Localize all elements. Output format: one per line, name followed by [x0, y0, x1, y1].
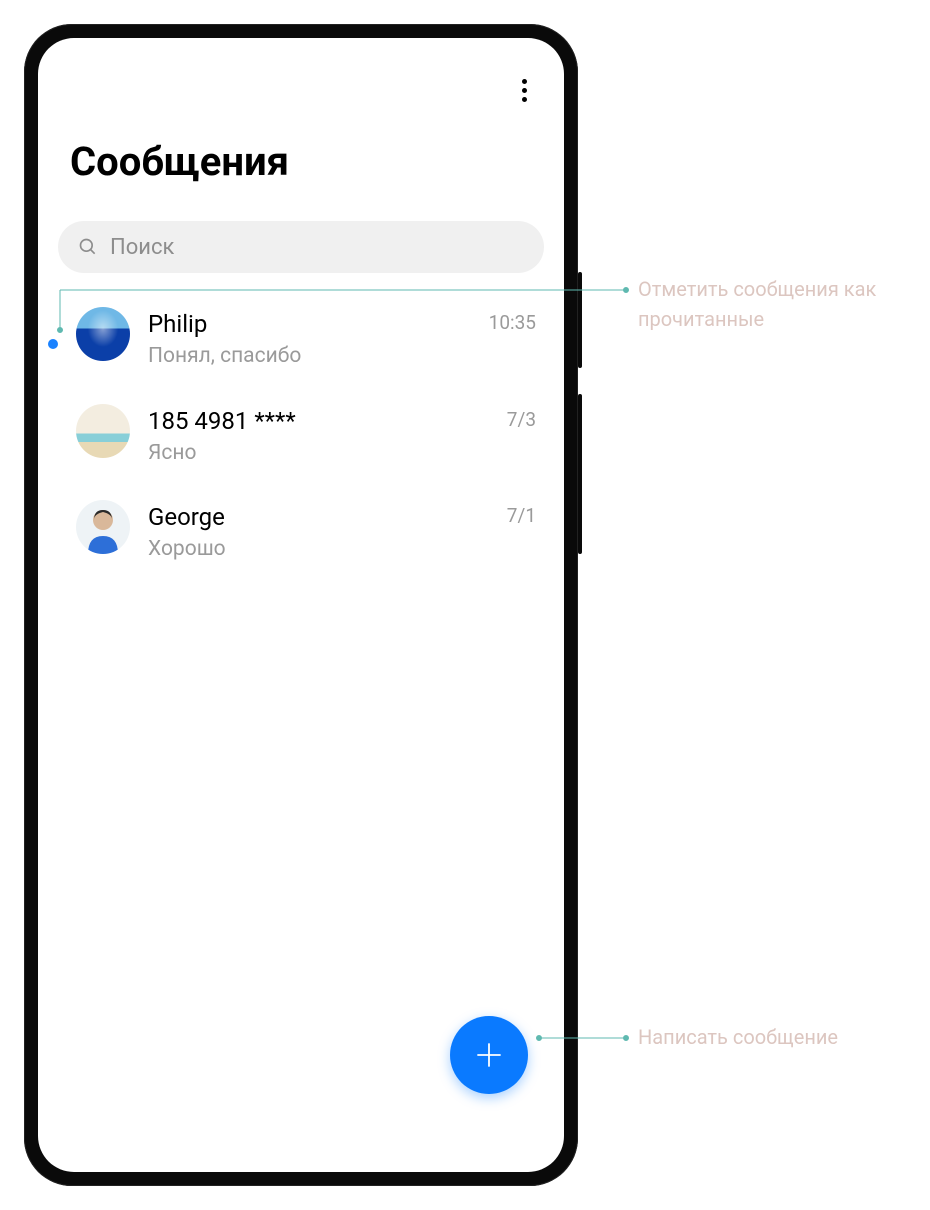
conversation-item[interactable]: Philip Понял, спасибо 10:35	[38, 291, 564, 388]
conversation-time: 7/1	[507, 500, 536, 527]
avatar	[76, 404, 130, 458]
phone-screen: Сообщения Поиск Philip Понял, спасибо 10…	[38, 38, 564, 1172]
callout-mark-read: Отметить сообщения как прочитанные	[638, 274, 898, 334]
conversation-item[interactable]: George Хорошо 7/1	[38, 484, 564, 581]
conversation-name: Philip	[148, 309, 471, 340]
conversation-preview: Хорошо	[148, 535, 489, 564]
status-bar	[38, 38, 564, 64]
search-input[interactable]: Поиск	[58, 221, 544, 273]
search-placeholder: Поиск	[110, 235, 174, 260]
page-title: Сообщения	[38, 108, 564, 221]
avatar	[76, 307, 130, 361]
compose-button[interactable]	[450, 1016, 528, 1094]
conversation-name: George	[148, 502, 489, 533]
more-vertical-icon	[522, 79, 527, 84]
phone-side-button	[578, 394, 582, 554]
search-icon	[78, 237, 98, 257]
conversation-time: 7/3	[507, 404, 536, 431]
conversation-name: 185 4981 ****	[148, 406, 489, 437]
callout-compose: Написать сообщение	[638, 1022, 898, 1052]
conversation-item[interactable]: 185 4981 **** Ясно 7/3	[38, 388, 564, 485]
conversation-preview: Понял, спасибо	[148, 342, 471, 371]
conversation-list: Philip Понял, спасибо 10:35 185 4981 ***…	[38, 273, 564, 581]
phone-frame: Сообщения Поиск Philip Понял, спасибо 10…	[24, 24, 578, 1186]
app-bar	[38, 64, 564, 108]
conversation-time: 10:35	[489, 307, 536, 334]
avatar	[76, 500, 130, 554]
unread-indicator	[48, 339, 58, 349]
plus-icon	[474, 1040, 504, 1070]
phone-side-button	[578, 272, 582, 368]
conversation-preview: Ясно	[148, 439, 489, 468]
more-options-button[interactable]	[506, 72, 542, 108]
